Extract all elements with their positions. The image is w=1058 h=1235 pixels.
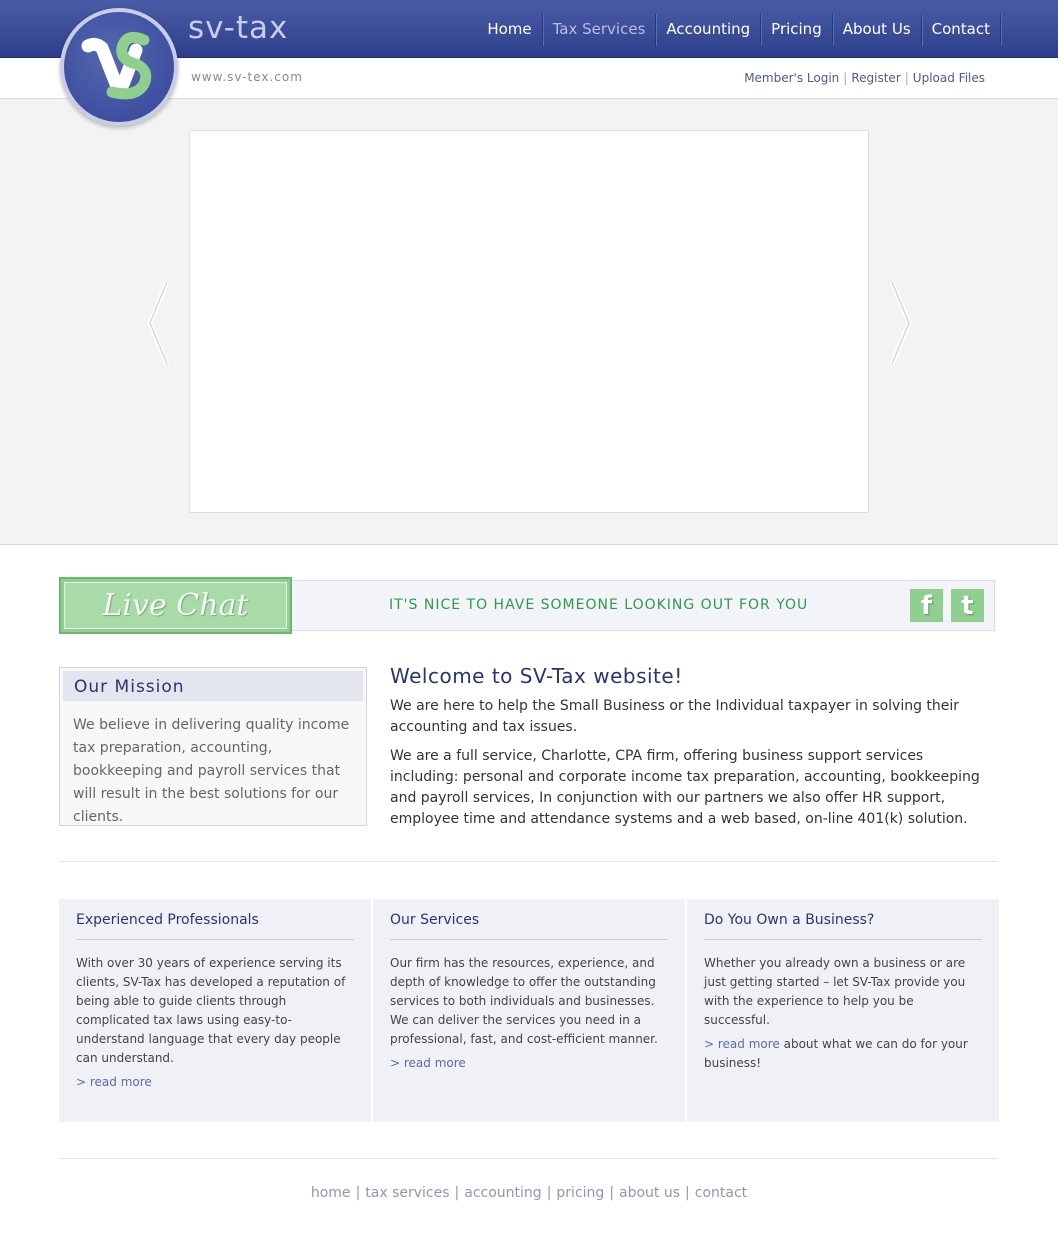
chevron-left-icon[interactable] [146,280,170,370]
mission-text: We believe in delivering quality income … [73,717,350,825]
feature-text: Our firm has the resources, experience, … [390,956,658,1046]
feature-box-business: Do You Own a Business? Whether you alrea… [687,899,999,1122]
nav-pricing[interactable]: Pricing [761,14,833,46]
read-more-link[interactable]: > read more [76,1075,152,1089]
upload-files-link[interactable]: Upload Files [913,71,985,85]
separator: | [609,1185,615,1201]
divider [59,1158,998,1159]
feature-text: Whether you already own a business or ar… [704,956,966,1027]
feature-text: With over 30 years of experience serving… [76,956,346,1065]
feature-box-services: Our Services Our firm has the resources,… [373,899,685,1122]
slide-frame [189,130,869,513]
nav-about-us[interactable]: About Us [833,14,922,46]
nav-tax-services[interactable]: Tax Services [543,14,657,46]
nav-accounting[interactable]: Accounting [656,14,762,46]
logo-vs-icon [81,31,152,100]
feature-title: Our Services [390,912,668,940]
nav-contact[interactable]: Contact [922,14,1001,46]
members-login-link[interactable]: Member's Login [744,71,839,85]
site-url: www.sv-tex.com [191,70,303,84]
read-more-link[interactable]: > read more [390,1056,466,1070]
footer-link-contact[interactable]: contact [695,1185,747,1201]
facebook-icon[interactable]: f [910,589,943,622]
footer-link-accounting[interactable]: accounting [464,1185,541,1201]
register-link[interactable]: Register [851,71,900,85]
separator: | [843,71,848,85]
footer-link-pricing[interactable]: pricing [556,1185,604,1201]
live-chat-button[interactable]: Live Chat [59,577,292,634]
twitter-icon[interactable]: t [951,589,984,622]
welcome-section: Welcome to SV-Tax website! We are here t… [390,664,980,838]
footer-link-tax-services[interactable]: tax services [365,1185,449,1201]
read-more-link[interactable]: > read more [704,1037,780,1051]
live-chat-label: Live Chat [64,582,287,629]
feature-title: Do You Own a Business? [704,912,982,940]
welcome-paragraph-1: We are here to help the Small Business o… [390,698,960,735]
feature-box-experienced: Experienced Professionals With over 30 y… [59,899,371,1122]
member-links: Member's Login | Register | Upload Files [744,71,985,85]
feature-boxes: Experienced Professionals With over 30 y… [59,899,999,1122]
nav-home[interactable]: Home [487,14,543,46]
welcome-title: Welcome to SV-Tax website! [390,664,683,688]
logo[interactable] [60,8,178,126]
welcome-paragraph-2: We are a full service, Charlotte, CPA fi… [390,748,980,827]
footer-link-about-us[interactable]: about us [619,1185,680,1201]
separator: | [355,1185,361,1201]
separator: | [685,1185,690,1201]
tagline: IT'S NICE TO HAVE SOMEONE LOOKING OUT FO… [389,597,809,613]
brand-name[interactable]: sv-tax [188,10,288,46]
separator: | [454,1185,460,1201]
feature-title: Experienced Professionals [76,912,354,940]
footer-nav: home | tax services | accounting | pricing | abo… [0,1185,1058,1201]
main-nav: Home Tax Services Accounting Pricing Abo… [487,14,1001,46]
footer-link-home[interactable]: home [311,1185,351,1201]
mission-box: Our Mission We believe in delivering qua… [59,667,367,826]
separator: | [904,71,909,85]
divider [59,861,998,862]
logo-mark [64,12,174,122]
separator: | [546,1185,552,1201]
chevron-right-icon[interactable] [889,280,913,370]
mission-title: Our Mission [63,671,363,701]
tagline-bar: IT'S NICE TO HAVE SOMEONE LOOKING OUT FO… [292,580,995,631]
